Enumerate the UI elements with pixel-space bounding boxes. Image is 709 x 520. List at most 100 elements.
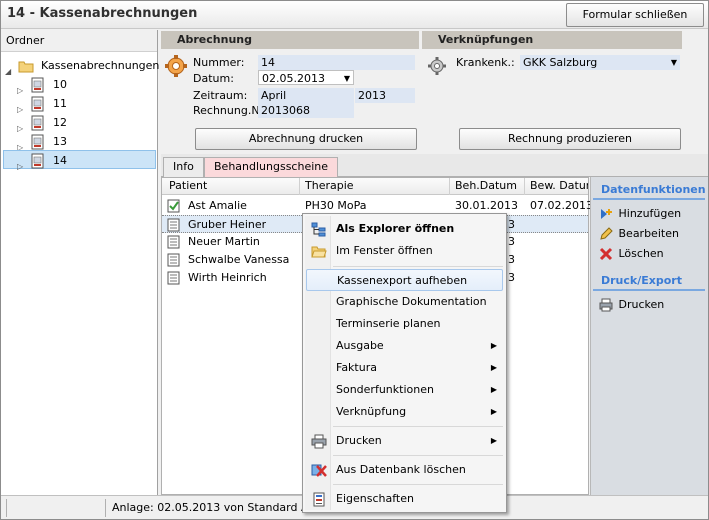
delete-icon [599, 247, 613, 261]
menu-item-label: Als Explorer öffnen [336, 222, 455, 235]
folder-open-icon [311, 246, 327, 258]
document-icon [167, 253, 180, 267]
window-title: 14 - Kassenabrechnungen [7, 6, 198, 21]
tree-item-label: 12 [53, 116, 67, 129]
close-form-button[interactable]: Formular schließen [566, 3, 704, 27]
beh-datum-cell: 3 [508, 271, 515, 284]
abrechnung-drucken-button[interactable]: Abrechnung drucken [195, 128, 417, 150]
zeitraum-month-field[interactable]: April [258, 88, 354, 103]
expand-icon[interactable]: ▷ [17, 100, 26, 114]
tree-item-label: 13 [53, 135, 67, 148]
invoice-icon [31, 96, 43, 112]
status-text: Anlage: 02.05.2013 von Standard Är [112, 501, 314, 514]
menu-item-label: Faktura [336, 361, 377, 374]
collapse-icon[interactable]: ◢ [5, 62, 14, 76]
datum-picker[interactable]: 02.05.2013 ▼ [258, 70, 354, 85]
rechnung-label: Rechnung.Nr [193, 104, 265, 117]
bearbeiten-link[interactable]: Bearbeiten [599, 225, 679, 243]
checked-document-icon [167, 199, 180, 213]
tree-item-10[interactable]: ▷ 10 [17, 75, 67, 95]
beh-datum-cell: 3 [508, 235, 515, 248]
abrechnung-group: Abrechnung Nummer: 14 Datum: 02.05.2013 … [161, 31, 419, 153]
expand-icon[interactable]: ▷ [17, 138, 26, 152]
loeschen-label: Löschen [618, 247, 664, 260]
expand-icon[interactable]: ▷ [17, 157, 26, 171]
menu-item-sonderfunktionen[interactable]: Sonderfunktionen ▶ [306, 379, 503, 401]
submenu-arrow-icon: ▶ [490, 363, 497, 372]
menu-item-graphische-dokumentation[interactable]: Graphische Dokumentation [306, 291, 503, 313]
patient-cell: Gruber Heiner [188, 218, 267, 231]
title-bar: 14 - Kassenabrechnungen Formular schließ… [1, 1, 708, 29]
column-divider[interactable] [449, 178, 450, 195]
menu-item-terminserie-planen[interactable]: Terminserie planen [306, 313, 503, 335]
document-icon [167, 218, 180, 232]
document-icon [167, 271, 180, 285]
menu-item-aus-datenbank-loeschen[interactable]: Aus Datenbank löschen [306, 459, 503, 481]
tree-item-12[interactable]: ▷ 12 [17, 113, 67, 133]
invoice-icon [31, 115, 43, 131]
dropdown-arrow-icon[interactable]: ▼ [344, 71, 350, 86]
menu-item-label: Terminserie planen [336, 317, 441, 330]
menu-item-kassenexport-aufheben[interactable]: Kassenexport aufheben [306, 269, 503, 291]
drucken-link[interactable]: Drucken [599, 296, 664, 314]
menu-item-label: Drucken [336, 434, 382, 447]
tree-header: Ordner [1, 30, 157, 52]
folder-icon [18, 61, 33, 73]
tree-item-label: 11 [53, 97, 67, 110]
dropdown-arrow-icon[interactable]: ▼ [671, 55, 677, 70]
rechnung-produzieren-button[interactable]: Rechnung produzieren [459, 128, 681, 150]
menu-item-verknuepfung[interactable]: Verknüpfung ▶ [306, 401, 503, 423]
gear-icon [428, 57, 446, 75]
tree-item-13[interactable]: ▷ 13 [17, 132, 67, 152]
menu-item-fenster-oeffnen[interactable]: Im Fenster öffnen [306, 240, 503, 262]
krankenk-label: Krankenk.: [456, 56, 515, 69]
column-header-therapie[interactable]: Therapie [305, 179, 354, 192]
tree-root-label: Kassenabrechnungen [41, 59, 160, 72]
menu-item-eigenschaften[interactable]: Eigenschaften [306, 488, 503, 510]
printer-icon [311, 434, 327, 449]
abrechnung-heading: Abrechnung [161, 31, 419, 49]
loeschen-link[interactable]: Löschen [599, 245, 664, 263]
task-panel: Datenfunktionen Hinzufügen Bearbeiten Lö… [590, 177, 708, 495]
column-header-bew-datum[interactable]: Bew. Datum [530, 179, 588, 192]
delete-icon [311, 464, 327, 477]
datum-label: Datum: [193, 72, 234, 85]
menu-separator [333, 426, 503, 427]
krankenk-select[interactable]: GKK Salzburg ▼ [520, 55, 680, 70]
verknuepfungen-heading: Verknüpfungen [422, 31, 682, 49]
menu-item-faktura[interactable]: Faktura ▶ [306, 357, 503, 379]
main-window: 14 - Kassenabrechnungen Formular schließ… [0, 0, 709, 520]
expand-icon[interactable]: ▷ [17, 81, 26, 95]
column-divider[interactable] [524, 178, 525, 195]
status-divider [6, 499, 7, 517]
menu-item-explorer-oeffnen[interactable]: Als Explorer öffnen [306, 218, 503, 240]
column-header-patient[interactable]: Patient [169, 179, 207, 192]
hinzufuegen-link[interactable]: Hinzufügen [599, 205, 681, 223]
tree-item-14[interactable]: ▷ 14 [3, 150, 156, 171]
submenu-arrow-icon: ▶ [490, 385, 497, 394]
nummer-field[interactable]: 14 [258, 55, 415, 70]
edit-icon [600, 227, 613, 240]
menu-item-drucken[interactable]: Drucken ▶ [306, 430, 503, 452]
properties-icon [313, 492, 325, 507]
tab-info[interactable]: Info [163, 157, 204, 177]
add-icon [601, 209, 612, 219]
invoice-icon [31, 134, 43, 150]
menu-item-ausgabe[interactable]: Ausgabe ▶ [306, 335, 503, 357]
beh-datum-cell: 3 [508, 218, 515, 231]
tab-behandlungsscheine[interactable]: Behandlungsscheine [204, 157, 339, 177]
folder-tree: Ordner ◢ Kassenabrechnungen ▷ 10 ▷ 11 ▷ … [1, 30, 160, 496]
expand-icon[interactable]: ▷ [17, 119, 26, 133]
beh-datum-cell: 3 [508, 253, 515, 266]
status-divider [105, 499, 106, 517]
rechnung-field[interactable]: 2013068 [258, 103, 354, 118]
tree-item-11[interactable]: ▷ 11 [17, 94, 67, 114]
tree-root[interactable]: ◢ Kassenabrechnungen [5, 56, 160, 76]
column-divider[interactable] [299, 178, 300, 195]
column-header-beh-datum[interactable]: Beh.Datum [455, 179, 517, 192]
drucken-label: Drucken [618, 298, 665, 311]
tree-item-label: 10 [53, 78, 67, 91]
zeitraum-year-field[interactable]: 2013 [355, 88, 415, 103]
hinzufuegen-label: Hinzufügen [618, 207, 682, 220]
menu-item-label: Aus Datenbank löschen [336, 463, 466, 476]
